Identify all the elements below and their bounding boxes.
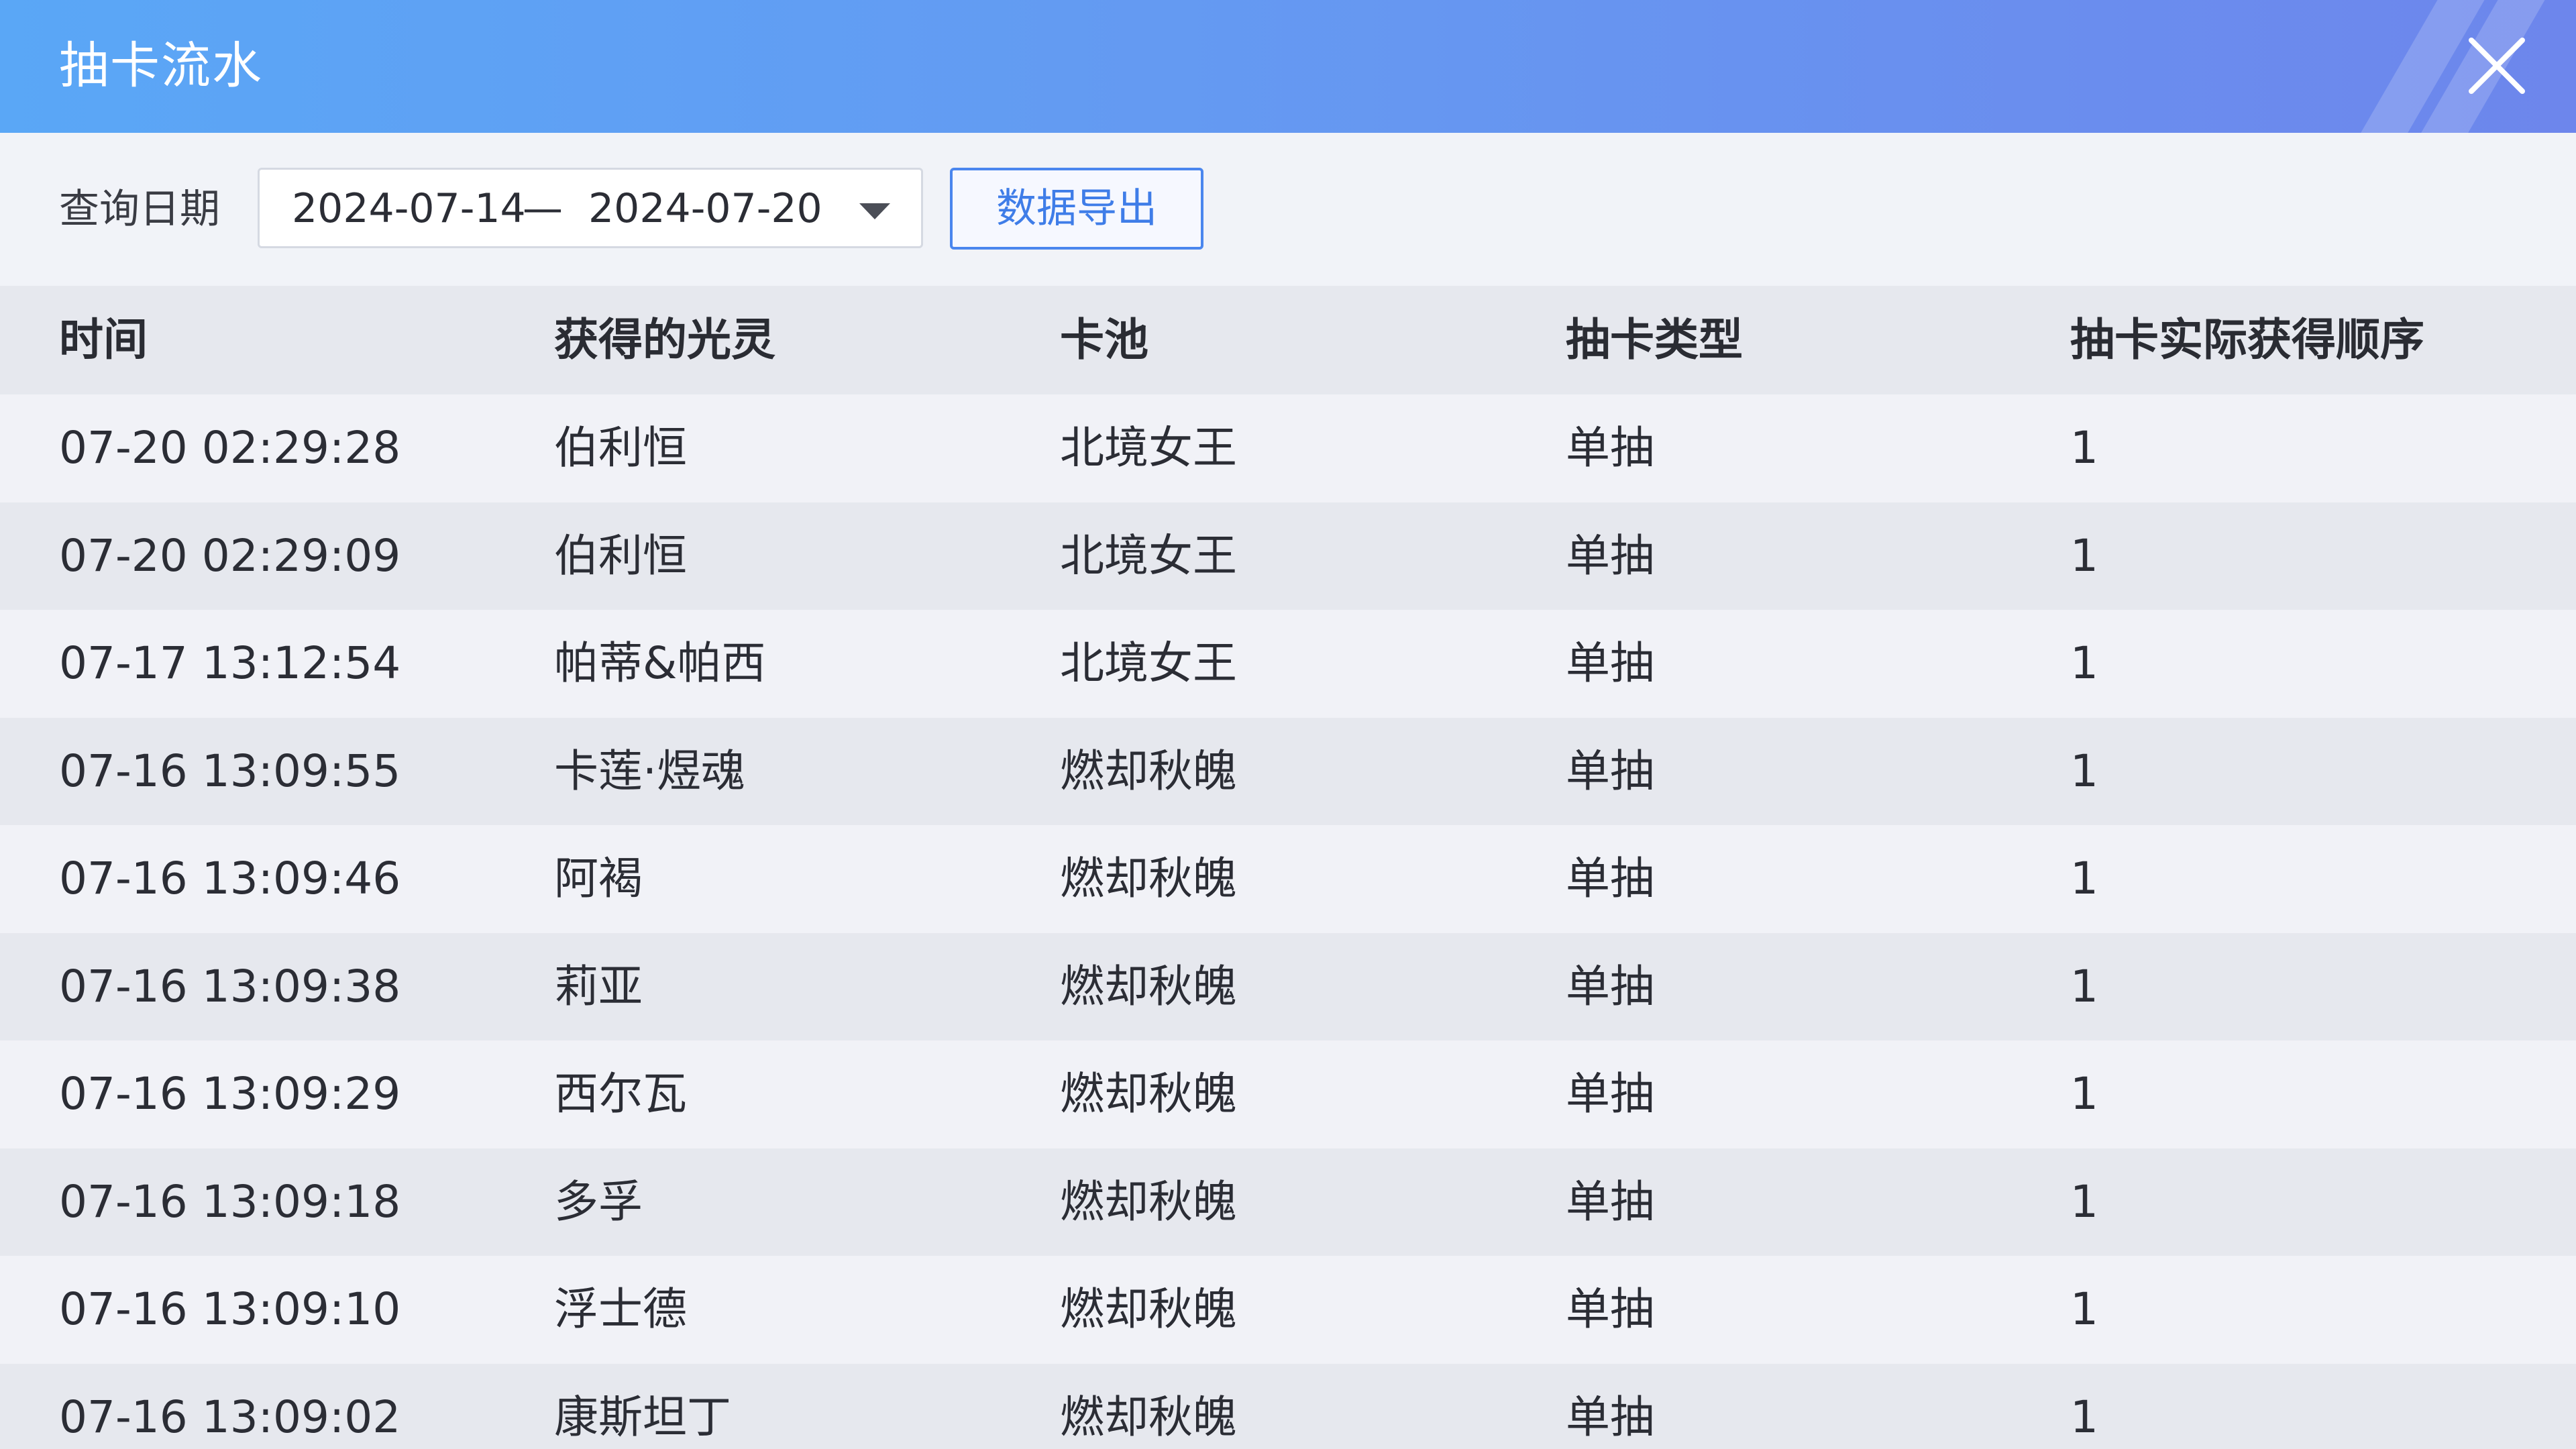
cell-character: 浮士德 — [554, 1283, 687, 1335]
cell-order: 1 — [2070, 1175, 2098, 1228]
cell-draw-type: 单抽 — [1566, 1391, 1654, 1443]
cell-order: 1 — [2070, 960, 2098, 1012]
cell-character: 西尔瓦 — [554, 1068, 687, 1120]
cell-draw-type: 单抽 — [1566, 1068, 1654, 1120]
cell-time: 07-16 13:09:10 — [59, 1283, 401, 1335]
table-row: 07-16 13:09:18 多孚 燃却秋魄 单抽 1 — [0, 1148, 2576, 1256]
export-data-button[interactable]: 数据导出 — [950, 168, 1203, 250]
close-icon — [2469, 38, 2525, 94]
start-date: 2024-07-14 — [292, 185, 526, 232]
cell-time: 07-16 13:09:46 — [59, 853, 401, 904]
cell-order: 1 — [2070, 422, 2098, 474]
cell-character: 多孚 — [554, 1175, 643, 1228]
cell-character: 康斯坦丁 — [554, 1391, 731, 1443]
cell-pool: 燃却秋魄 — [1060, 1068, 1237, 1120]
column-header-character: 获得的光灵 — [554, 314, 775, 366]
cell-order: 1 — [2070, 745, 2098, 797]
dialog-header: 抽卡流水 — [0, 0, 2576, 133]
date-range-picker[interactable]: 2024-07-14 — 2024-07-20 — [258, 168, 923, 248]
cell-time: 07-20 02:29:28 — [59, 422, 401, 474]
cell-draw-type: 单抽 — [1566, 1283, 1654, 1335]
column-header-order: 抽卡实际获得顺序 — [2070, 314, 2424, 366]
table-row: 07-17 13:12:54 帕蒂&帕西 北境女王 单抽 1 — [0, 610, 2576, 718]
cell-pool: 燃却秋魄 — [1060, 745, 1237, 797]
cell-character: 伯利恒 — [554, 529, 687, 582]
cell-order: 1 — [2070, 1068, 2098, 1120]
table-row: 07-16 13:09:10 浮士德 燃却秋魄 单抽 1 — [0, 1256, 2576, 1364]
table-row: 07-16 13:09:02 康斯坦丁 燃却秋魄 单抽 1 — [0, 1363, 2576, 1449]
cell-order: 1 — [2070, 1391, 2098, 1443]
cell-order: 1 — [2070, 637, 2098, 689]
cell-time: 07-16 13:09:38 — [59, 960, 401, 1012]
cell-character: 帕蒂&帕西 — [554, 637, 766, 689]
cell-order: 1 — [2070, 853, 2098, 904]
chevron-down-icon — [858, 201, 892, 221]
filter-bar: 查询日期 2024-07-14 — 2024-07-20 数据导出 — [0, 133, 2576, 286]
cell-pool: 燃却秋魄 — [1060, 960, 1237, 1012]
cell-time: 07-16 13:09:55 — [59, 745, 401, 797]
cell-pool: 燃却秋魄 — [1060, 1391, 1237, 1443]
date-separator: — — [523, 185, 563, 232]
cell-draw-type: 单抽 — [1566, 637, 1654, 689]
cell-time: 07-20 02:29:09 — [59, 529, 401, 582]
table-row: 07-20 02:29:28 伯利恒 北境女王 单抽 1 — [0, 394, 2576, 502]
table-row: 07-20 02:29:09 伯利恒 北境女王 单抽 1 — [0, 502, 2576, 610]
cell-time: 07-16 13:09:29 — [59, 1068, 401, 1120]
cell-pool: 燃却秋魄 — [1060, 1283, 1237, 1335]
cell-time: 07-16 13:09:18 — [59, 1175, 401, 1228]
cell-pool: 燃却秋魄 — [1060, 853, 1237, 904]
card-draw-history-dialog: 抽卡流水 查询日期 2024-07-14 — 2024-07-20 数据导出 时… — [0, 0, 2576, 1449]
table-row: 07-16 13:09:46 阿褐 燃却秋魄 单抽 1 — [0, 825, 2576, 933]
cell-pool: 燃却秋魄 — [1060, 1175, 1237, 1228]
cell-character: 伯利恒 — [554, 422, 687, 474]
cell-draw-type: 单抽 — [1566, 529, 1654, 582]
query-date-label: 查询日期 — [59, 186, 220, 233]
cell-order: 1 — [2070, 1283, 2098, 1335]
cell-draw-type: 单抽 — [1566, 422, 1654, 474]
table-row: 07-16 13:09:38 莉亚 燃却秋魄 单抽 1 — [0, 932, 2576, 1040]
column-header-draw-type: 抽卡类型 — [1566, 314, 1743, 366]
cell-character: 卡莲·煜魂 — [554, 745, 745, 797]
cell-draw-type: 单抽 — [1566, 853, 1654, 904]
column-header-time: 时间 — [59, 314, 148, 366]
dialog-title: 抽卡流水 — [59, 37, 263, 95]
table-header: 时间 获得的光灵 卡池 抽卡类型 抽卡实际获得顺序 — [0, 286, 2576, 394]
cell-character: 莉亚 — [554, 960, 643, 1012]
column-header-pool: 卡池 — [1060, 314, 1148, 366]
cell-character: 阿褐 — [554, 853, 643, 904]
cell-order: 1 — [2070, 529, 2098, 582]
cell-pool: 北境女王 — [1060, 637, 1237, 689]
end-date: 2024-07-20 — [588, 185, 822, 232]
cell-pool: 北境女王 — [1060, 422, 1237, 474]
cell-time: 07-17 13:12:54 — [59, 637, 401, 689]
cell-draw-type: 单抽 — [1566, 1175, 1654, 1228]
cell-time: 07-16 13:09:02 — [59, 1391, 401, 1443]
cell-draw-type: 单抽 — [1566, 745, 1654, 797]
table-row: 07-16 13:09:29 西尔瓦 燃却秋魄 单抽 1 — [0, 1040, 2576, 1148]
draw-history-table: 时间 获得的光灵 卡池 抽卡类型 抽卡实际获得顺序 07-20 02:29:28… — [0, 286, 2576, 1449]
cell-pool: 北境女王 — [1060, 529, 1237, 582]
close-button[interactable] — [2465, 34, 2529, 98]
table-row: 07-16 13:09:55 卡莲·煜魂 燃却秋魄 单抽 1 — [0, 717, 2576, 825]
cell-draw-type: 单抽 — [1566, 960, 1654, 1012]
